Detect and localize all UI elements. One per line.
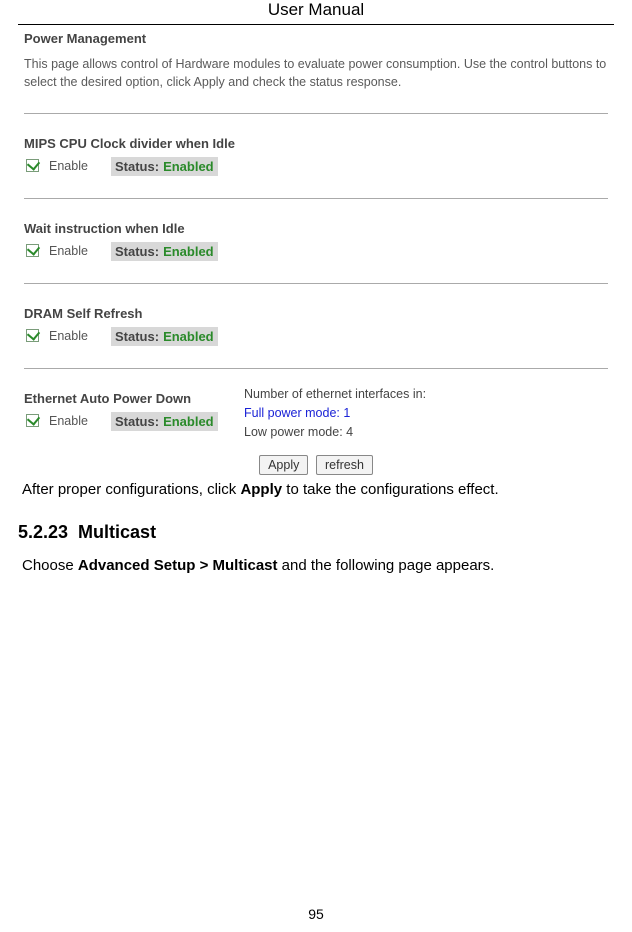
divider — [24, 283, 608, 284]
pm-description: This page allows control of Hardware mod… — [24, 56, 608, 91]
eth-status-badge: Status: Enabled — [111, 412, 218, 431]
wait-section-label: Wait instruction when Idle — [24, 221, 608, 236]
status-label: Status: — [115, 414, 159, 429]
status-label: Status: — [115, 159, 159, 174]
mips-status-badge: Status: Enabled — [111, 157, 218, 176]
refresh-button[interactable]: refresh — [316, 455, 373, 475]
status-value: Enabled — [163, 244, 214, 259]
post-config-text: After proper configurations, click Apply… — [22, 479, 610, 500]
eth-full-power-mode: Full power mode: 1 — [244, 404, 426, 423]
section-heading: 5.2.23 Multicast — [18, 522, 614, 543]
status-value: Enabled — [163, 414, 214, 429]
status-value: Enabled — [163, 329, 214, 344]
wait-row: Enable Status: Enabled — [24, 242, 608, 261]
divider — [24, 368, 608, 369]
eth-low-power-mode: Low power mode: 4 — [244, 423, 426, 442]
pm-title: Power Management — [24, 31, 608, 46]
dram-section-label: DRAM Self Refresh — [24, 306, 608, 321]
divider — [24, 198, 608, 199]
button-row: Apply refresh — [24, 455, 608, 475]
doc-header-title: User Manual — [0, 0, 632, 24]
mips-section-label: MIPS CPU Clock divider when Idle — [24, 136, 608, 151]
eth-enable-label: Enable — [49, 412, 101, 428]
dram-status-badge: Status: Enabled — [111, 327, 218, 346]
eth-section-label: Ethernet Auto Power Down — [24, 391, 234, 406]
section-number: 5.2.23 — [18, 522, 68, 543]
multicast-instruction: Choose Advanced Setup > Multicast and th… — [22, 555, 610, 576]
eth-info-block: Number of ethernet interfaces in: Full p… — [244, 385, 426, 441]
status-value: Enabled — [163, 159, 214, 174]
text-segment: to take the configurations effect. — [282, 481, 499, 498]
header-rule — [18, 24, 614, 25]
mips-row: Enable Status: Enabled — [24, 157, 608, 176]
apply-bold: Apply — [240, 481, 282, 498]
mips-enable-label: Enable — [49, 157, 101, 173]
wait-status-badge: Status: Enabled — [111, 242, 218, 261]
dram-row: Enable Status: Enabled — [24, 327, 608, 346]
eth-enable-checkbox[interactable] — [26, 414, 39, 427]
wait-enable-label: Enable — [49, 242, 101, 258]
dram-enable-label: Enable — [49, 327, 101, 343]
text-segment: After proper configurations, click — [22, 481, 240, 498]
nav-path: Advanced Setup > Multicast — [78, 557, 278, 574]
status-label: Status: — [115, 244, 159, 259]
eth-row: Ethernet Auto Power Down Enable Status: … — [24, 391, 608, 441]
divider — [24, 113, 608, 114]
mips-enable-checkbox[interactable] — [26, 159, 39, 172]
status-label: Status: — [115, 329, 159, 344]
eth-info-heading: Number of ethernet interfaces in: — [244, 385, 426, 404]
text-segment: Choose — [22, 557, 78, 574]
section-title: Multicast — [78, 522, 156, 542]
text-segment: and the following page appears. — [278, 557, 495, 574]
dram-enable-checkbox[interactable] — [26, 329, 39, 342]
wait-enable-checkbox[interactable] — [26, 244, 39, 257]
power-management-panel: Power Management This page allows contro… — [20, 27, 612, 475]
page-number: 95 — [0, 906, 632, 922]
apply-button[interactable]: Apply — [259, 455, 308, 475]
